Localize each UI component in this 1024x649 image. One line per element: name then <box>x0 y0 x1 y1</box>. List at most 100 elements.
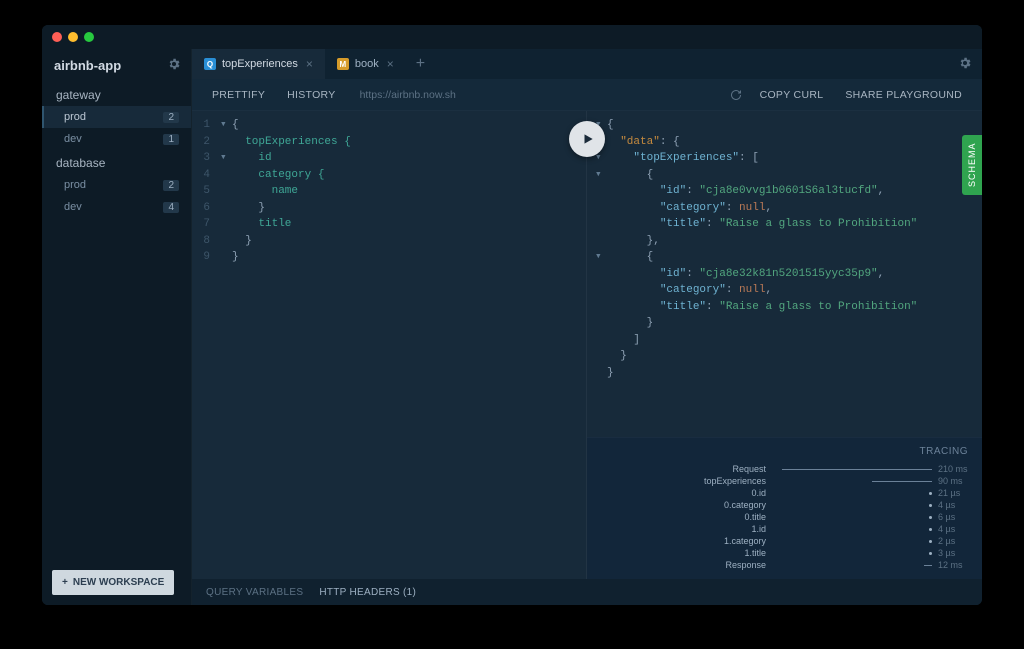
bottom-bar: QUERY VARIABLES HTTP HEADERS (1) <box>192 579 982 605</box>
app-window: airbnb-app gateway prod 2 dev 1 database prod 2… <box>42 25 982 605</box>
tab-label: book <box>355 58 379 70</box>
sidebar-env-item[interactable]: dev 1 <box>42 128 191 150</box>
trace-row: 1.id4 µs <box>587 523 968 535</box>
trace-row: 0.category 4 µs <box>587 499 968 511</box>
result-line: "title": "Raise a glass to Prohibition" <box>595 216 982 233</box>
operation-tab[interactable]: Mbook× <box>325 49 406 79</box>
trace-time: 12 ms <box>938 560 968 570</box>
close-icon[interactable]: × <box>387 57 394 71</box>
trace-time: 2 µs <box>938 536 968 546</box>
env-name: prod <box>64 111 86 123</box>
close-window-button[interactable] <box>52 32 62 42</box>
code-line: 4 category { <box>192 167 586 184</box>
result-line: } <box>595 315 982 332</box>
toolbar: PRETTIFY HISTORY https://airbnb.now.sh C… <box>192 79 982 111</box>
env-badge: 4 <box>163 202 179 213</box>
trace-label: Response <box>676 560 766 570</box>
plus-icon: + <box>62 577 68 588</box>
result-line: ▾ "data": { <box>595 134 982 151</box>
trace-time: 90 ms <box>938 476 968 486</box>
tracing-title: TRACING <box>587 446 968 457</box>
trace-row: topExperiences 90 ms <box>587 475 968 487</box>
sidebar-env-item[interactable]: prod 2 <box>42 106 191 128</box>
editor-area: 1▾{2 topExperiences {3▾ id4 category {5 … <box>192 111 982 579</box>
result-line: ▾ { <box>595 167 982 184</box>
result-line: ▾{ <box>595 117 982 134</box>
schema-tab[interactable]: SCHEMA <box>962 135 982 195</box>
sidebar: airbnb-app gateway prod 2 dev 1 database prod 2… <box>42 49 192 605</box>
reload-icon[interactable] <box>724 89 748 101</box>
query-variables-tab[interactable]: QUERY VARIABLES <box>206 587 303 598</box>
result-output: ▾{▾ "data": {▾ "topExperiences": [▾ { "i… <box>587 111 982 437</box>
tab-bar: QtopExperiences×Mbook× + <box>192 49 982 79</box>
result-line: }, <box>595 233 982 250</box>
operation-tab[interactable]: QtopExperiences × <box>192 49 325 79</box>
sidebar-env-item[interactable]: prod 2 <box>42 174 191 196</box>
env-name: dev <box>64 201 82 213</box>
endpoint-input[interactable]: https://airbnb.now.sh <box>348 89 722 101</box>
code-line: 7 title <box>192 216 586 233</box>
env-badge: 1 <box>163 134 179 145</box>
trace-time: 6 µs <box>938 512 968 522</box>
gear-icon[interactable] <box>167 57 181 74</box>
trace-label: 0.title <box>676 512 766 522</box>
trace-time: 4 µs <box>938 524 968 534</box>
http-headers-tab[interactable]: HTTP HEADERS (1) <box>319 587 416 598</box>
result-pane: ▾{▾ "data": {▾ "topExperiences": [▾ { "i… <box>587 111 982 579</box>
sidebar-env-item[interactable]: dev 4 <box>42 196 191 218</box>
history-button[interactable]: HISTORY <box>277 84 345 106</box>
result-line: "id": "cja8e0vvg1b0601S6al3tucfd", <box>595 183 982 200</box>
result-line: "category": null, <box>595 200 982 217</box>
result-line: ] <box>595 332 982 349</box>
traffic-lights <box>52 32 94 42</box>
maximize-window-button[interactable] <box>84 32 94 42</box>
trace-label: 0.id <box>676 488 766 498</box>
new-tab-button[interactable]: + <box>406 49 435 79</box>
close-icon[interactable]: × <box>306 57 313 71</box>
copy-curl-button[interactable]: COPY CURL <box>750 84 834 106</box>
code-line: 5 name <box>192 183 586 200</box>
result-line: "id": "cja8e32k81n5201515yyc35p9", <box>595 266 982 283</box>
env-name: dev <box>64 133 82 145</box>
trace-row: Response 12 ms <box>587 559 968 571</box>
new-workspace-label: NEW WORKSPACE <box>73 577 164 588</box>
env-badge: 2 <box>163 180 179 191</box>
code-line: 2 topExperiences { <box>192 134 586 151</box>
trace-time: 210 ms <box>938 464 968 474</box>
trace-row: Request210 ms <box>587 463 968 475</box>
code-line: 9} <box>192 249 586 266</box>
code-line: 8 } <box>192 233 586 250</box>
sidebar-section-label: gateway <box>42 82 191 106</box>
code-line: 6 } <box>192 200 586 217</box>
env-badge: 2 <box>163 112 179 123</box>
settings-icon[interactable] <box>958 56 972 73</box>
code-line: 1▾{ <box>192 117 586 134</box>
sidebar-section-label: database <box>42 150 191 174</box>
main-area: QtopExperiences×Mbook× + PRETTIFY HISTOR… <box>192 49 982 605</box>
query-editor[interactable]: 1▾{2 topExperiences {3▾ id4 category {5 … <box>192 111 587 579</box>
share-playground-button[interactable]: SHARE PLAYGROUND <box>835 84 972 106</box>
minimize-window-button[interactable] <box>68 32 78 42</box>
result-line: "category": null, <box>595 282 982 299</box>
result-line: } <box>595 365 982 382</box>
trace-label: 1.category <box>676 536 766 546</box>
trace-row: 1.title 3 µs <box>587 547 968 559</box>
trace-row: 0.id 21 µs <box>587 487 968 499</box>
prettify-button[interactable]: PRETTIFY <box>202 84 275 106</box>
titlebar <box>42 25 982 49</box>
new-workspace-button[interactable]: + NEW WORKSPACE <box>52 570 174 595</box>
trace-label: topExperiences <box>676 476 766 486</box>
trace-time: 3 µs <box>938 548 968 558</box>
tab-label: topExperiences <box>222 58 298 70</box>
tracing-panel: TRACING Request210 mstopExperiences 90 ms… <box>587 437 982 579</box>
app-header: airbnb-app <box>42 49 191 82</box>
trace-time: 21 µs <box>938 488 968 498</box>
env-name: prod <box>64 179 86 191</box>
query-icon: Q <box>204 58 216 70</box>
trace-row: 0.title 6 µs <box>587 511 968 523</box>
trace-label: 1.title <box>676 548 766 558</box>
trace-time: 4 µs <box>938 500 968 510</box>
result-line: "title": "Raise a glass to Prohibition" <box>595 299 982 316</box>
trace-label: 0.category <box>676 500 766 510</box>
run-query-button[interactable] <box>569 121 605 157</box>
